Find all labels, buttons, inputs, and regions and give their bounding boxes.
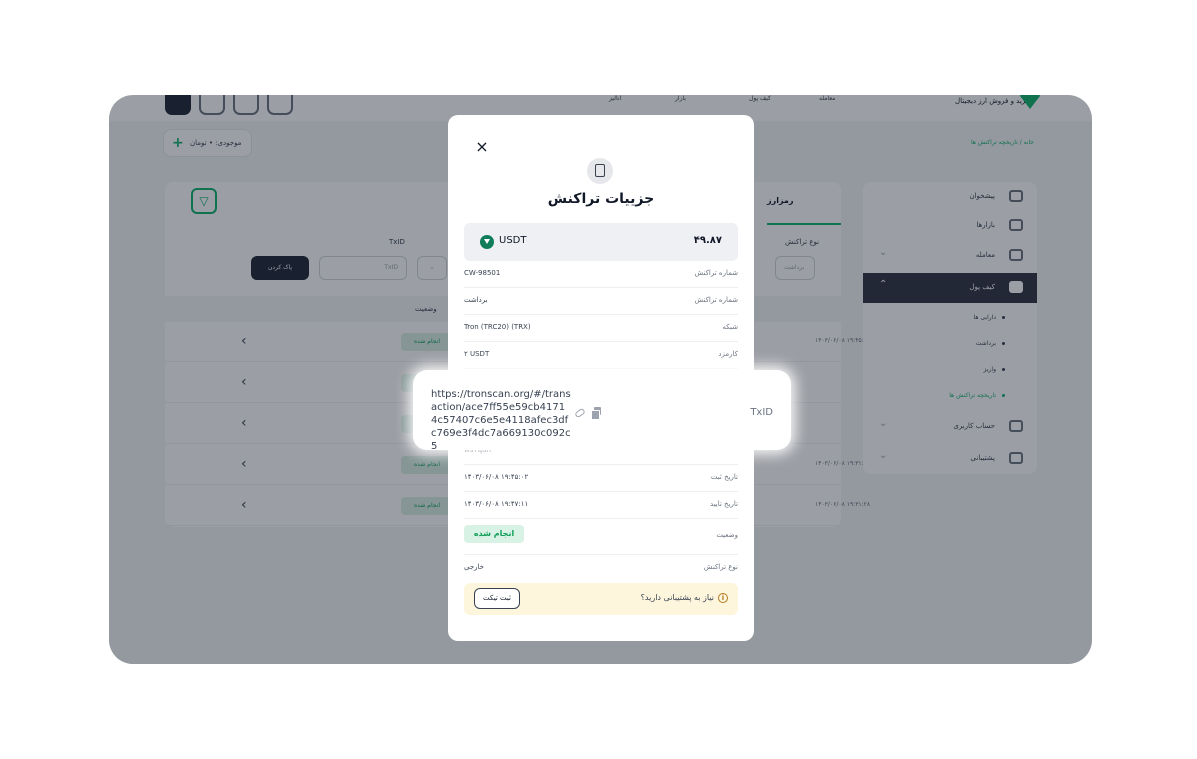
- detail-key: تاریخ تایید: [710, 500, 738, 508]
- detail-value: Tron (TRC20) (TRX): [464, 323, 531, 331]
- detail-value: ۲ USDT: [464, 350, 490, 358]
- detail-row-kind: نوع تراکنش خارجی: [464, 555, 738, 582]
- detail-key: نوع تراکنش: [703, 563, 738, 571]
- modal-title: جزییات تراکنش: [547, 191, 655, 207]
- support-banner: i نیاز به پشتیبانی دارید؟ ثبت تیکت: [464, 583, 738, 615]
- detail-key: تاریخ ثبت: [710, 473, 738, 481]
- detail-value: CW-98501: [464, 269, 501, 277]
- detail-row-transaction-type: شماره تراکنش برداشت: [464, 288, 738, 315]
- detail-value: خارجی: [464, 563, 485, 571]
- detail-row-status: وضعیت انجام شده: [464, 519, 738, 555]
- coin-name: USDT: [499, 235, 527, 246]
- coin-amount: ۴۹.۸۷: [693, 235, 722, 246]
- detail-value: برداشت: [464, 296, 488, 304]
- detail-key: شماره تراکنش: [694, 296, 738, 304]
- detail-row-transaction-id: شماره تراکنش CW-98501: [464, 261, 738, 288]
- coin-summary: USDT ۴۹.۸۷: [464, 223, 738, 261]
- detail-row-created-date: تاریخ ثبت ۱۴۰۳/۰۶/۰۸ ۱۹:۴۵:۰۲: [464, 465, 738, 492]
- detail-key: کارمزد: [718, 350, 738, 358]
- submit-ticket-button[interactable]: ثبت تیکت: [474, 588, 520, 609]
- detail-value: ۱۴۰۳/۰۶/۰۸ ۱۹:۴۷:۱۱: [464, 500, 529, 508]
- detail-key: وضعیت: [716, 531, 738, 539]
- detail-row-fee: کارمزد ۲ USDT: [464, 342, 738, 369]
- status-badge: انجام شده: [464, 525, 524, 543]
- info-icon: i: [718, 593, 728, 603]
- txid-highlight-card: https://tronscan.org/#/transaction/ace7f…: [413, 370, 791, 453]
- support-text: نیاز به پشتیبانی دارید؟: [640, 593, 714, 602]
- link-icon[interactable]: [574, 407, 586, 419]
- txid-label: TxID: [750, 407, 773, 418]
- detail-value: ۱۴۰۳/۰۶/۰۸ ۱۹:۴۵:۰۲: [464, 473, 529, 481]
- close-icon[interactable]: ×: [470, 135, 494, 159]
- detail-key: شبکه: [722, 323, 738, 331]
- detail-key: شماره تراکنش: [694, 269, 738, 277]
- detail-row-confirmed-date: تاریخ تایید ۱۴۰۳/۰۶/۰۸ ۱۹:۴۷:۱۱: [464, 492, 738, 519]
- tether-icon: [480, 235, 494, 249]
- detail-row-network: شبکه Tron (TRC20) (TRX): [464, 315, 738, 342]
- copy-icon[interactable]: [591, 407, 602, 420]
- document-icon: [587, 158, 613, 184]
- txid-link[interactable]: https://tronscan.org/#/transaction/ace7f…: [431, 388, 571, 453]
